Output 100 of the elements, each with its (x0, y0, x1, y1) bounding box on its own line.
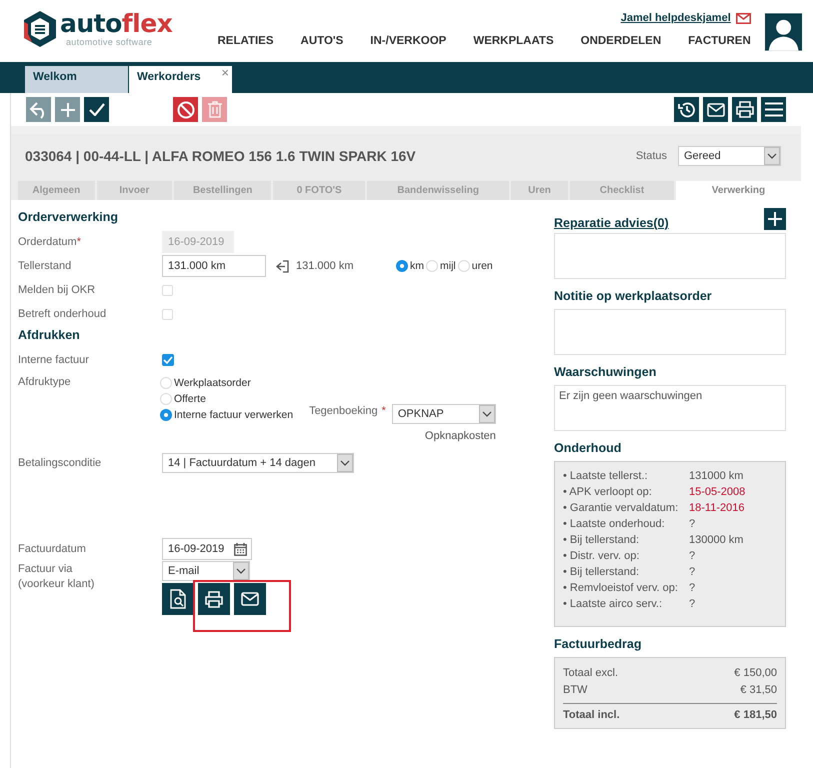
maintenance-label: • Laatste airco serv.: (563, 597, 664, 612)
confirm-button[interactable] (84, 97, 109, 122)
section-tab[interactable]: Verwerking (676, 181, 801, 200)
printer-icon (205, 590, 223, 608)
radio-label: km (410, 260, 424, 272)
section-heading: Onderhoud (554, 441, 622, 455)
field-label: Interne factuur (18, 354, 90, 366)
required-mark: * (76, 236, 81, 248)
maintenance-value: ? (689, 549, 696, 564)
checkbox[interactable] (162, 354, 174, 366)
menu-button[interactable] (761, 97, 786, 122)
radio-button[interactable] (160, 409, 172, 421)
maintenance-label: • Bij tellerstand: (563, 565, 640, 580)
invoice-via-dropdown[interactable]: E-mail (162, 561, 250, 581)
tab[interactable]: Werkorders × (129, 66, 232, 93)
section-heading: Orderverwerking (18, 210, 120, 224)
repair-advice-link[interactable]: Reparatie advies(0) (554, 216, 669, 230)
radio-label: uren (472, 260, 493, 272)
menu-icon (764, 102, 782, 117)
nav-item[interactable]: AUTO'S (274, 35, 344, 47)
logo-icon (22, 10, 58, 48)
amount-label: Totaal excl. (563, 666, 618, 681)
mail-icon (241, 592, 259, 606)
order-title: 033064 | 00-44-LL | ALFA ROMEO 156 1.6 TWIN SPARK 16V (25, 148, 416, 164)
plus-icon (60, 102, 74, 116)
field-label: Tegenboeking (309, 404, 378, 418)
tab[interactable]: Welkom (25, 66, 128, 93)
maintenance-label: • APK verloopt op: (563, 485, 653, 500)
logo-text: autoflex (60, 11, 172, 37)
printer-icon (736, 101, 754, 118)
odometer-field[interactable]: 131.000 km (162, 255, 266, 277)
mail-button[interactable] (234, 583, 266, 615)
invoice-date-field[interactable]: 16-09-2019 (162, 538, 252, 560)
plus-icon (768, 212, 782, 226)
cancel-button[interactable] (173, 97, 198, 122)
radio-label: Werkplaatsorder (174, 376, 251, 390)
nav-item[interactable]: RELATIES (218, 35, 274, 47)
back-button[interactable] (26, 97, 51, 122)
section-heading: Notitie op werkplaatsorder (554, 289, 713, 303)
add-button[interactable] (764, 208, 786, 230)
prohibited-icon (176, 100, 194, 118)
close-tab-button[interactable]: × (221, 65, 229, 80)
maintenance-value: ? (689, 581, 696, 596)
counter-booking-description: Opknapkosten (424, 429, 496, 443)
payment-terms-dropdown[interactable]: 14 | Factuurdatum + 14 dagen (162, 453, 354, 473)
field-hint: (voorkeur klant) (18, 578, 96, 590)
field-label: Melden bij OKR (18, 284, 96, 296)
nav-item[interactable]: FACTUREN (661, 35, 751, 47)
print-button[interactable] (198, 583, 230, 615)
print-button[interactable] (732, 97, 757, 122)
status-label: Status (636, 150, 667, 162)
amount-value: € 31,50 (740, 683, 777, 698)
user-link[interactable]: Jamel helpdeskjamel (620, 12, 731, 24)
warnings-text: Er zijn geen waarschuwingen (559, 390, 702, 402)
section-heading: Afdrukken (18, 328, 81, 342)
import-icon (275, 260, 290, 272)
status-dropdown[interactable]: Gereed (678, 146, 781, 166)
nav-item[interactable]: WERKPLAATS (446, 35, 554, 47)
counter-booking-dropdown[interactable]: OPKNAP (392, 404, 496, 424)
maintenance-value: ? (689, 517, 696, 532)
radio-button[interactable] (396, 260, 408, 272)
history-button[interactable] (674, 97, 699, 122)
amount-value: € 150,00 (734, 666, 777, 681)
field-label: Betalingsconditie (18, 457, 102, 469)
mail-icon (706, 102, 724, 116)
field-label: Orderdatum (18, 236, 77, 248)
history-icon (678, 100, 696, 118)
maintenance-label: • Distr. verv. op: (563, 549, 640, 564)
preview-button[interactable] (162, 583, 194, 615)
checkmark-icon (88, 103, 104, 116)
nav-item[interactable]: IN-/VERKOOP (343, 35, 446, 47)
section-heading: Waarschuwingen (554, 365, 658, 379)
maintenance-value: 130000 km (689, 533, 744, 548)
nav-item[interactable]: ONDERDELEN (554, 35, 662, 47)
maintenance-value: ? (689, 597, 696, 612)
amount-value: € 181,50 (734, 708, 777, 723)
maintenance-value: ? (689, 565, 696, 580)
document-search-icon (170, 589, 186, 609)
maintenance-label: • Laatste onderhoud: (563, 517, 666, 532)
mail-button[interactable] (703, 97, 728, 122)
maintenance-label: • Remvloeistof verv. op: (563, 581, 679, 596)
odometer-reading: 131.000 km (296, 260, 354, 272)
maintenance-label: • Bij tellerstand: (563, 533, 640, 548)
avatar[interactable] (764, 12, 802, 52)
field-label: Betreft onderhoud (18, 308, 106, 320)
field-label: Tellerstand (18, 260, 72, 272)
trash-icon (208, 101, 222, 118)
maintenance-value: 131000 km (689, 469, 744, 484)
required-mark: * (382, 404, 386, 418)
radio-label: mijl (440, 260, 456, 272)
logo-tagline: automotive software (66, 37, 154, 47)
note-field[interactable] (554, 309, 786, 355)
maintenance-value: 15-05-2008 (689, 485, 746, 500)
field-label: Factuurdatum (18, 543, 87, 555)
calendar-icon[interactable] (234, 542, 247, 556)
amount-label: Totaal incl. (563, 708, 620, 723)
field-label: Afdruktype (18, 376, 72, 388)
mail-icon[interactable] (736, 12, 751, 24)
section-heading: Factuurbedrag (554, 637, 643, 651)
field-label: Factuur via (18, 563, 74, 575)
